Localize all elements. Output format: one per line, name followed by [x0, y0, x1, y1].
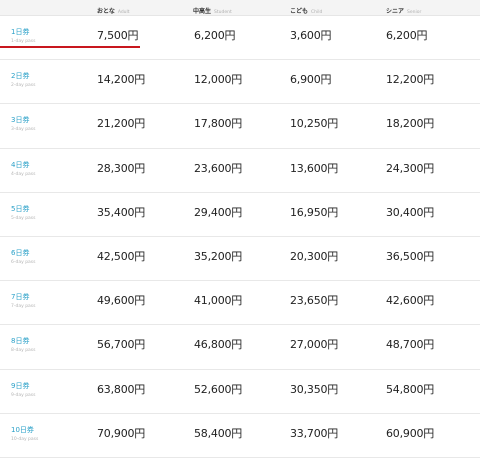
pass-name[interactable]: 3日券 3-day pass — [11, 116, 36, 133]
price-senior: 24,300円 — [386, 161, 435, 175]
price-adult: 49,600円 — [97, 294, 146, 308]
table-row[interactable]: 2日券 2-day pass 14,200円 12,000円 6,900円 12,200円 — [0, 60, 480, 105]
price-senior: 60,900円 — [386, 426, 435, 440]
price-child: 23,650円 — [290, 294, 339, 308]
pass-name[interactable]: 8日券 8-day pass — [11, 337, 36, 354]
price-student: 46,800円 — [194, 338, 243, 352]
price-adult: 14,200円 — [97, 73, 146, 87]
price-student: 41,000円 — [194, 294, 243, 308]
table-row[interactable]: 7日券 7-day pass 49,600円 41,000円 23,650円 42,600… — [0, 281, 480, 326]
pass-label-en: 5-day pass — [11, 215, 36, 221]
header-child-en: Child — [311, 10, 323, 15]
price-adult: 56,700円 — [97, 338, 146, 352]
pass-label[interactable]: 4日券 — [11, 161, 36, 169]
pass-name[interactable]: 9日券 9-day pass — [11, 382, 36, 399]
pass-label-en: 9-day pass — [11, 392, 36, 398]
pass-label-en: 7-day pass — [11, 304, 36, 310]
price-senior: 36,500円 — [386, 250, 435, 263]
pass-label-en: 6-day pass — [11, 260, 36, 265]
table-row[interactable]: 1日券 1-day pass 7,500円 6,200円 3,600円 6,200円 — [0, 16, 480, 61]
price-senior: 30,400円 — [386, 205, 435, 219]
price-adult: 7,500円 — [97, 29, 139, 42]
price-child: 10,250円 — [290, 117, 339, 131]
price-adult: 42,500円 — [97, 250, 146, 263]
pass-label-en: 1-day pass — [11, 39, 36, 44]
pass-label[interactable]: 6日券 — [11, 249, 36, 257]
table-header: おとな Adult 中高生 Student こども Child シニア Senior — [0, 0, 480, 16]
price-student: 29,400円 — [194, 205, 243, 219]
pass-label[interactable]: 1日券 — [11, 28, 36, 36]
price-child: 13,600円 — [290, 161, 339, 175]
pass-name[interactable]: 1日券 1-day pass — [11, 28, 36, 45]
price-student: 17,800円 — [194, 117, 243, 131]
price-child: 16,950円 — [290, 205, 339, 219]
price-senior: 6,200円 — [386, 29, 428, 42]
price-student: 6,200円 — [194, 29, 236, 42]
price-student: 23,600円 — [194, 161, 243, 175]
pass-label[interactable]: 10日券 — [11, 426, 38, 434]
table-row[interactable]: 9日券 9-day pass 63,800円 52,600円 30,350円 54,800… — [0, 370, 480, 414]
pass-label[interactable]: 9日券 — [11, 382, 36, 390]
pass-name[interactable]: 10日券 10-day pass — [11, 426, 38, 443]
pass-label[interactable]: 5日券 — [11, 205, 36, 213]
table-row[interactable]: 6日券 6-day pass 42,500円 35,200円 20,300円 36,500… — [0, 237, 480, 282]
price-senior: 18,200円 — [386, 117, 435, 131]
price-adult: 63,800円 — [97, 382, 146, 396]
pass-name[interactable]: 5日券 5-day pass — [11, 205, 36, 222]
price-student: 58,400円 — [194, 426, 243, 440]
price-child: 30,350円 — [290, 382, 339, 396]
pass-label-en: 4-day pass — [11, 171, 36, 177]
header-adult-label: おとな — [97, 8, 115, 15]
price-child: 6,900円 — [290, 73, 332, 87]
price-table: おとな Adult 中高生 Student こども Child シニア Senior 1… — [0, 0, 480, 458]
header-child-label: こども — [290, 8, 309, 15]
pass-label-en: 10-day pass — [11, 436, 39, 442]
price-child: 27,000円 — [290, 338, 339, 352]
header-adult-en: Adult — [117, 10, 130, 15]
price-adult: 28,300円 — [97, 161, 146, 175]
pass-label-en: 2-day pass — [11, 83, 36, 89]
table-row[interactable]: 8日券 8-day pass 56,700円 46,800円 27,000円 48,700… — [0, 325, 480, 370]
table-row[interactable]: 10日券 10-day pass 70,900円 58,400円 33,700円 60,9… — [0, 414, 480, 458]
price-senior: 42,600円 — [386, 294, 435, 308]
pass-name[interactable]: 2日券 2-day pass — [11, 72, 36, 89]
pass-label[interactable]: 7日券 — [11, 293, 36, 301]
pass-name[interactable]: 7日券 7-day pass — [11, 293, 36, 310]
price-student: 35,200円 — [194, 250, 243, 263]
table-row[interactable]: 5日券 5-day pass 35,400円 29,400円 16,950円 30,400… — [0, 193, 480, 237]
table-row[interactable]: 3日券 3-day pass 21,200円 17,800円 10,250円 18,200… — [0, 104, 480, 149]
pass-label[interactable]: 2日券 — [11, 72, 36, 80]
price-senior: 48,700円 — [386, 338, 435, 352]
header-student-en: Student — [214, 10, 232, 15]
price-student: 52,600円 — [194, 382, 243, 396]
price-senior: 54,800円 — [386, 382, 435, 396]
pass-name[interactable]: 4日券 4-day pass — [11, 161, 36, 178]
price-adult: 21,200円 — [97, 117, 146, 131]
selected-row-underline — [0, 46, 140, 48]
header-senior-en: Senior — [407, 10, 422, 15]
pass-label[interactable]: 8日券 — [11, 337, 36, 345]
table-row[interactable]: 4日券 4-day pass 28,300円 23,600円 13,600円 24,300… — [0, 149, 480, 193]
price-child: 20,300円 — [290, 250, 339, 263]
price-child: 33,700円 — [290, 426, 339, 440]
header-student-label: 中高生 — [193, 8, 212, 15]
pass-label-en: 3-day pass — [11, 127, 36, 133]
price-child: 3,600円 — [290, 29, 332, 42]
price-adult: 70,900円 — [97, 426, 146, 440]
price-senior: 12,200円 — [386, 73, 435, 87]
header-senior-label: シニア — [386, 8, 405, 15]
pass-label[interactable]: 3日券 — [11, 116, 36, 124]
pass-name[interactable]: 6日券 6-day pass — [11, 249, 36, 266]
pass-label-en: 8-day pass — [11, 348, 36, 354]
price-student: 12,000円 — [194, 73, 243, 87]
price-adult: 35,400円 — [97, 205, 146, 219]
